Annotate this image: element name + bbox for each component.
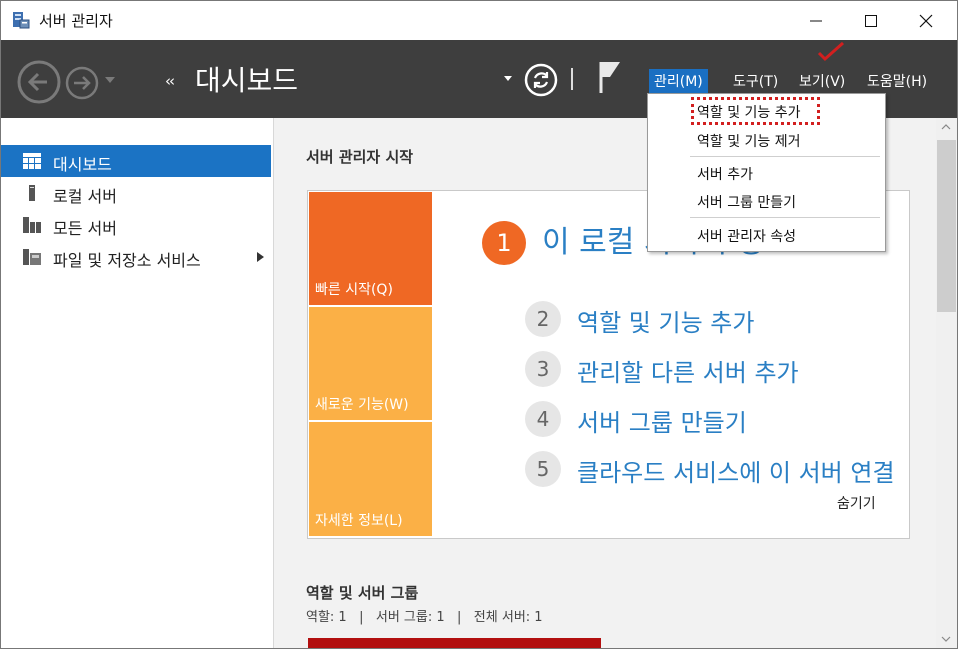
tile-label: 새로운 기능(W) [315,397,409,413]
menu-remove-roles-features[interactable]: 역할 및 기능 제거 [697,131,801,151]
tile-quick-start[interactable]: 빠른 시작(Q) [309,192,432,305]
sidebar-item-label: 대시보드 [53,155,112,174]
menu-server-manager-properties[interactable]: 서버 관리자 속성 [697,226,796,246]
menu-separator [690,156,880,157]
menu-manage[interactable]: 관리(M) [649,69,708,93]
file-storage-icon [23,249,41,265]
hide-welcome-link[interactable]: 숨기기 [837,493,876,513]
menu-add-roles-features[interactable]: 역할 및 기능 추가 [697,102,801,122]
minimize-icon [810,20,822,22]
sidebar: 대시보드 로컬 서버 모든 서버 파일 및 저장소 서비스 [1,118,274,648]
page-title: 대시보드 [195,64,299,97]
tile-label: 빠른 시작(Q) [315,282,393,298]
roles-section-title: 역할 및 서버 그룹 [306,584,419,602]
maximize-icon [865,15,877,27]
scroll-down-icon[interactable] [941,636,951,642]
back-button[interactable] [17,60,61,104]
sidebar-item-file-storage[interactable]: 파일 및 저장소 서비스 [1,241,271,273]
maximize-button[interactable] [846,1,896,40]
sidebar-item-all-servers[interactable]: 모든 서버 [1,209,271,241]
menu-tools[interactable]: 도구(T) [728,69,783,93]
breadcrumb-arrows[interactable]: ‹‹ [165,72,175,90]
scroll-thumb[interactable] [937,140,956,312]
menu-view[interactable]: 보기(V) [794,69,850,93]
history-dropdown-icon[interactable] [105,76,115,84]
step-5-link[interactable]: 클라우드 서비스에 이 서버 연결 [577,453,895,488]
scroll-up-icon[interactable] [941,124,951,130]
sidebar-item-dashboard[interactable]: 대시보드 [1,145,271,177]
close-icon [919,14,933,28]
sidebar-item-label: 로컬 서버 [53,187,117,206]
local-server-icon [29,185,35,201]
close-button[interactable] [901,1,951,40]
toolbar-separator [571,68,573,90]
menu-create-server-group[interactable]: 서버 그룹 만들기 [697,192,796,212]
menu-separator [690,217,880,218]
step-number: 5 [525,451,561,487]
welcome-section-title: 서버 관리자 시작 [306,148,414,166]
tile-label: 자세한 정보(L) [315,513,403,529]
server-manager-app-icon [13,12,30,29]
roles-summary: 역할: 1 | 서버 그룹: 1 | 전체 서버: 1 [306,610,543,625]
tile-whats-new[interactable]: 새로운 기능(W) [309,307,432,420]
all-servers-icon [23,217,41,233]
menu-add-server[interactable]: 서버 추가 [697,164,753,184]
manage-dropdown-menu: 역할 및 기능 추가 역할 및 기능 제거 서버 추가 서버 그룹 만들기 서버… [647,93,886,252]
sidebar-item-label: 모든 서버 [53,219,117,238]
step-number: 2 [525,301,561,337]
title-bar: 서버 관리자 [1,1,957,40]
step-number: 4 [525,401,561,437]
tile-learn-more[interactable]: 자세한 정보(L) [309,422,432,536]
menu-help[interactable]: 도움말(H) [862,69,932,93]
vertical-scrollbar[interactable] [936,118,957,648]
step-4-link[interactable]: 서버 그룹 만들기 [577,403,747,438]
refresh-icon[interactable] [524,63,558,97]
window-title: 서버 관리자 [39,12,113,30]
sidebar-item-label: 파일 및 저장소 서비스 [53,251,201,270]
forward-button[interactable] [65,66,99,100]
server-manager-window: 서버 관리자 ‹‹ 대시보드 관리(M) 도구(T) 보기(V) 도움말(H) … [0,0,958,649]
step-3-link[interactable]: 관리할 다른 서버 추가 [577,353,799,388]
expand-arrow-icon[interactable] [257,252,264,262]
minimize-button[interactable] [791,1,841,40]
refresh-dropdown-icon[interactable] [504,75,512,82]
dashboard-icon [23,153,41,169]
sidebar-item-local-server[interactable]: 로컬 서버 [1,177,271,209]
step-2-link[interactable]: 역할 및 기능 추가 [577,303,754,338]
role-status-card[interactable] [308,638,601,648]
step-number: 3 [525,351,561,387]
step-1-number: 1 [482,221,526,265]
check-mark-annotation-icon [817,41,844,62]
notifications-flag-icon[interactable] [596,59,622,95]
